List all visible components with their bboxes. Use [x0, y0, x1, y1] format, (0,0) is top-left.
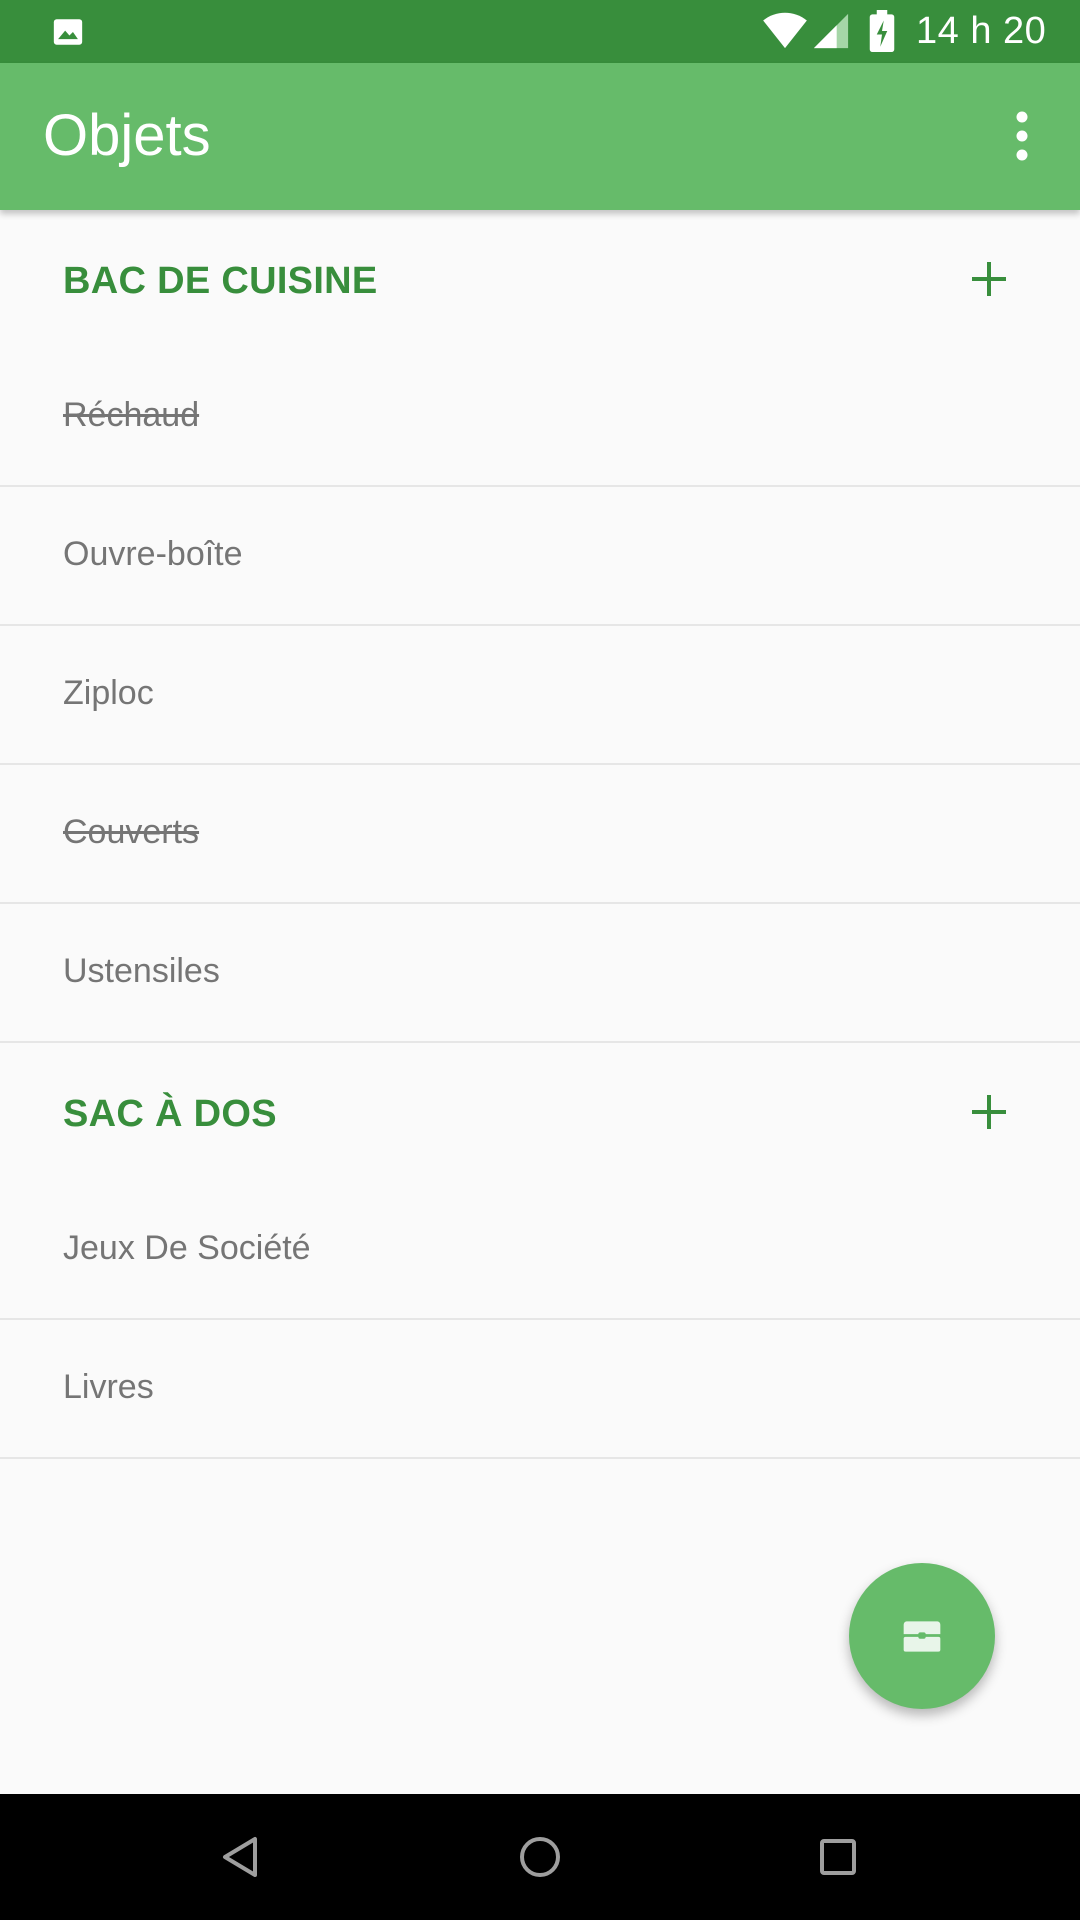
list-item[interactable]: Couverts	[0, 765, 1080, 904]
section-header: BAC DE CUISINE	[0, 210, 1080, 348]
storage-box-icon	[903, 1621, 941, 1652]
item-label: Livres	[63, 1368, 154, 1406]
items-list: BAC DE CUISINE Réchaud Ouvre-boîte Ziplo…	[0, 210, 1080, 1459]
status-time: 14 h 20	[916, 10, 1047, 52]
section-title: SAC À DOS	[63, 1093, 277, 1135]
section-header: SAC À DOS	[0, 1043, 1080, 1181]
list-item[interactable]: Ustensiles	[0, 904, 1080, 1043]
item-label: Ziploc	[63, 674, 154, 712]
add-item-button[interactable]	[964, 254, 1014, 304]
plus-icon	[972, 1095, 1006, 1129]
image-notification-icon	[53, 19, 83, 45]
home-icon	[520, 1837, 560, 1877]
item-label: Ouvre-boîte	[63, 535, 243, 573]
item-label: Jeux De Société	[63, 1229, 311, 1267]
fab-button[interactable]	[849, 1563, 995, 1709]
plus-icon	[972, 262, 1006, 296]
list-item[interactable]: Réchaud	[0, 348, 1080, 487]
section-title: BAC DE CUISINE	[63, 260, 378, 302]
recents-button[interactable]	[800, 1819, 876, 1895]
overflow-menu-button[interactable]	[992, 99, 1052, 175]
recents-icon	[820, 1839, 856, 1875]
battery-charging-icon	[869, 10, 895, 52]
signal-icon	[813, 13, 849, 49]
list-item[interactable]: Ouvre-boîte	[0, 487, 1080, 626]
list-item[interactable]: Ziploc	[0, 626, 1080, 765]
app-bar: Objets	[0, 63, 1080, 210]
navigation-bar	[0, 1794, 1080, 1920]
home-button[interactable]	[502, 1819, 578, 1895]
more-vert-icon	[1016, 111, 1028, 161]
add-item-button[interactable]	[964, 1087, 1014, 1137]
back-icon	[223, 1837, 257, 1877]
item-label: Ustensiles	[63, 952, 220, 990]
back-button[interactable]	[203, 1819, 279, 1895]
status-bar: 14 h 20	[0, 0, 1080, 63]
list-item[interactable]: Jeux De Société	[0, 1181, 1080, 1320]
page-title: Objets	[43, 103, 211, 168]
item-label: Réchaud	[63, 396, 200, 434]
item-label: Couverts	[63, 813, 200, 851]
list-item[interactable]: Livres	[0, 1320, 1080, 1459]
wifi-icon	[763, 12, 807, 49]
